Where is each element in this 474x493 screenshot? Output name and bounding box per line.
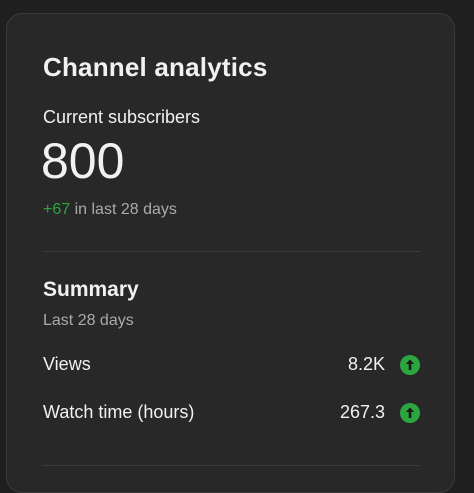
subscriber-change: +67 in last 28 days [43,201,177,219]
channel-analytics-card: Channel analytics Current subscribers 80… [6,13,455,493]
metric-value: 267.3 [339,402,385,422]
subscriber-change-value: +67 [43,201,71,218]
current-subscribers-label: Current subscribers [43,107,201,127]
up-arrow-icon [400,355,420,375]
metric-value: 8.2K [347,354,385,374]
divider [43,251,420,252]
metric-row-watch-time: Watch time (hours) 267.3 [43,399,420,427]
card-title: Channel analytics [43,52,268,82]
subscriber-change-period: in last 28 days [70,201,177,218]
metric-row-views: Views 8.2K [43,351,420,379]
metric-label: Watch time (hours) [43,402,195,422]
up-arrow-icon [400,403,420,423]
subscriber-count: 800 [41,133,125,189]
summary-period: Last 28 days [43,312,134,329]
metric-label: Views [43,354,91,374]
summary-title: Summary [43,278,139,301]
divider [43,465,420,466]
